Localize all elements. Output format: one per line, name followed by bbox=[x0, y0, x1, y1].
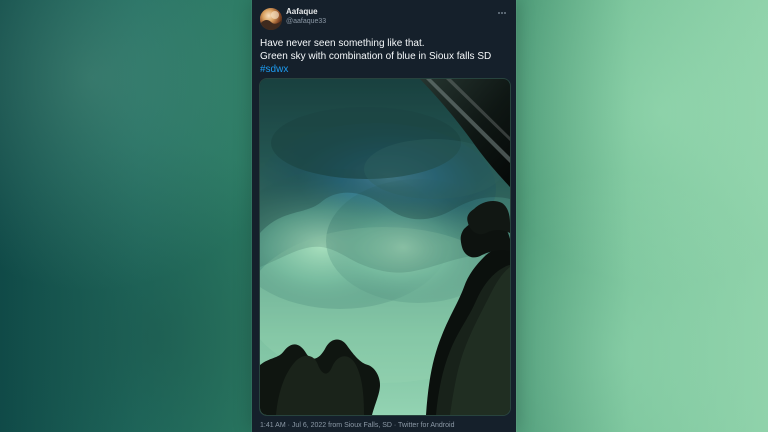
tweet-card: Aafaque @aafaque33 Have never seen somet… bbox=[252, 0, 516, 432]
tweet-text-line-2: Green sky with combination of blue in Si… bbox=[260, 51, 492, 62]
tweet-metadata: 1:41 AM · Jul 6, 2022 from Sioux Falls, … bbox=[260, 422, 454, 429]
tweet-source[interactable]: Twitter for Android bbox=[398, 422, 454, 429]
more-options-button[interactable] bbox=[495, 6, 509, 20]
tweet-date[interactable]: Jul 6, 2022 bbox=[292, 422, 326, 429]
display-name[interactable]: Aafaque bbox=[286, 8, 318, 16]
user-handle[interactable]: @aafaque33 bbox=[286, 18, 326, 25]
tweet-image[interactable] bbox=[259, 78, 511, 416]
more-horizontal-icon bbox=[498, 12, 506, 14]
tweet-location[interactable]: Sioux Falls, SD bbox=[344, 422, 392, 429]
tweet-time[interactable]: 1:41 AM bbox=[260, 422, 286, 429]
hashtag-link[interactable]: #sdwx bbox=[260, 63, 510, 76]
tweet-text: Have never seen something like that. Gre… bbox=[260, 37, 510, 76]
tweet-text-line-1: Have never seen something like that. bbox=[260, 38, 425, 49]
avatar[interactable] bbox=[260, 8, 282, 30]
metadata-location-prefix: from bbox=[328, 422, 343, 429]
